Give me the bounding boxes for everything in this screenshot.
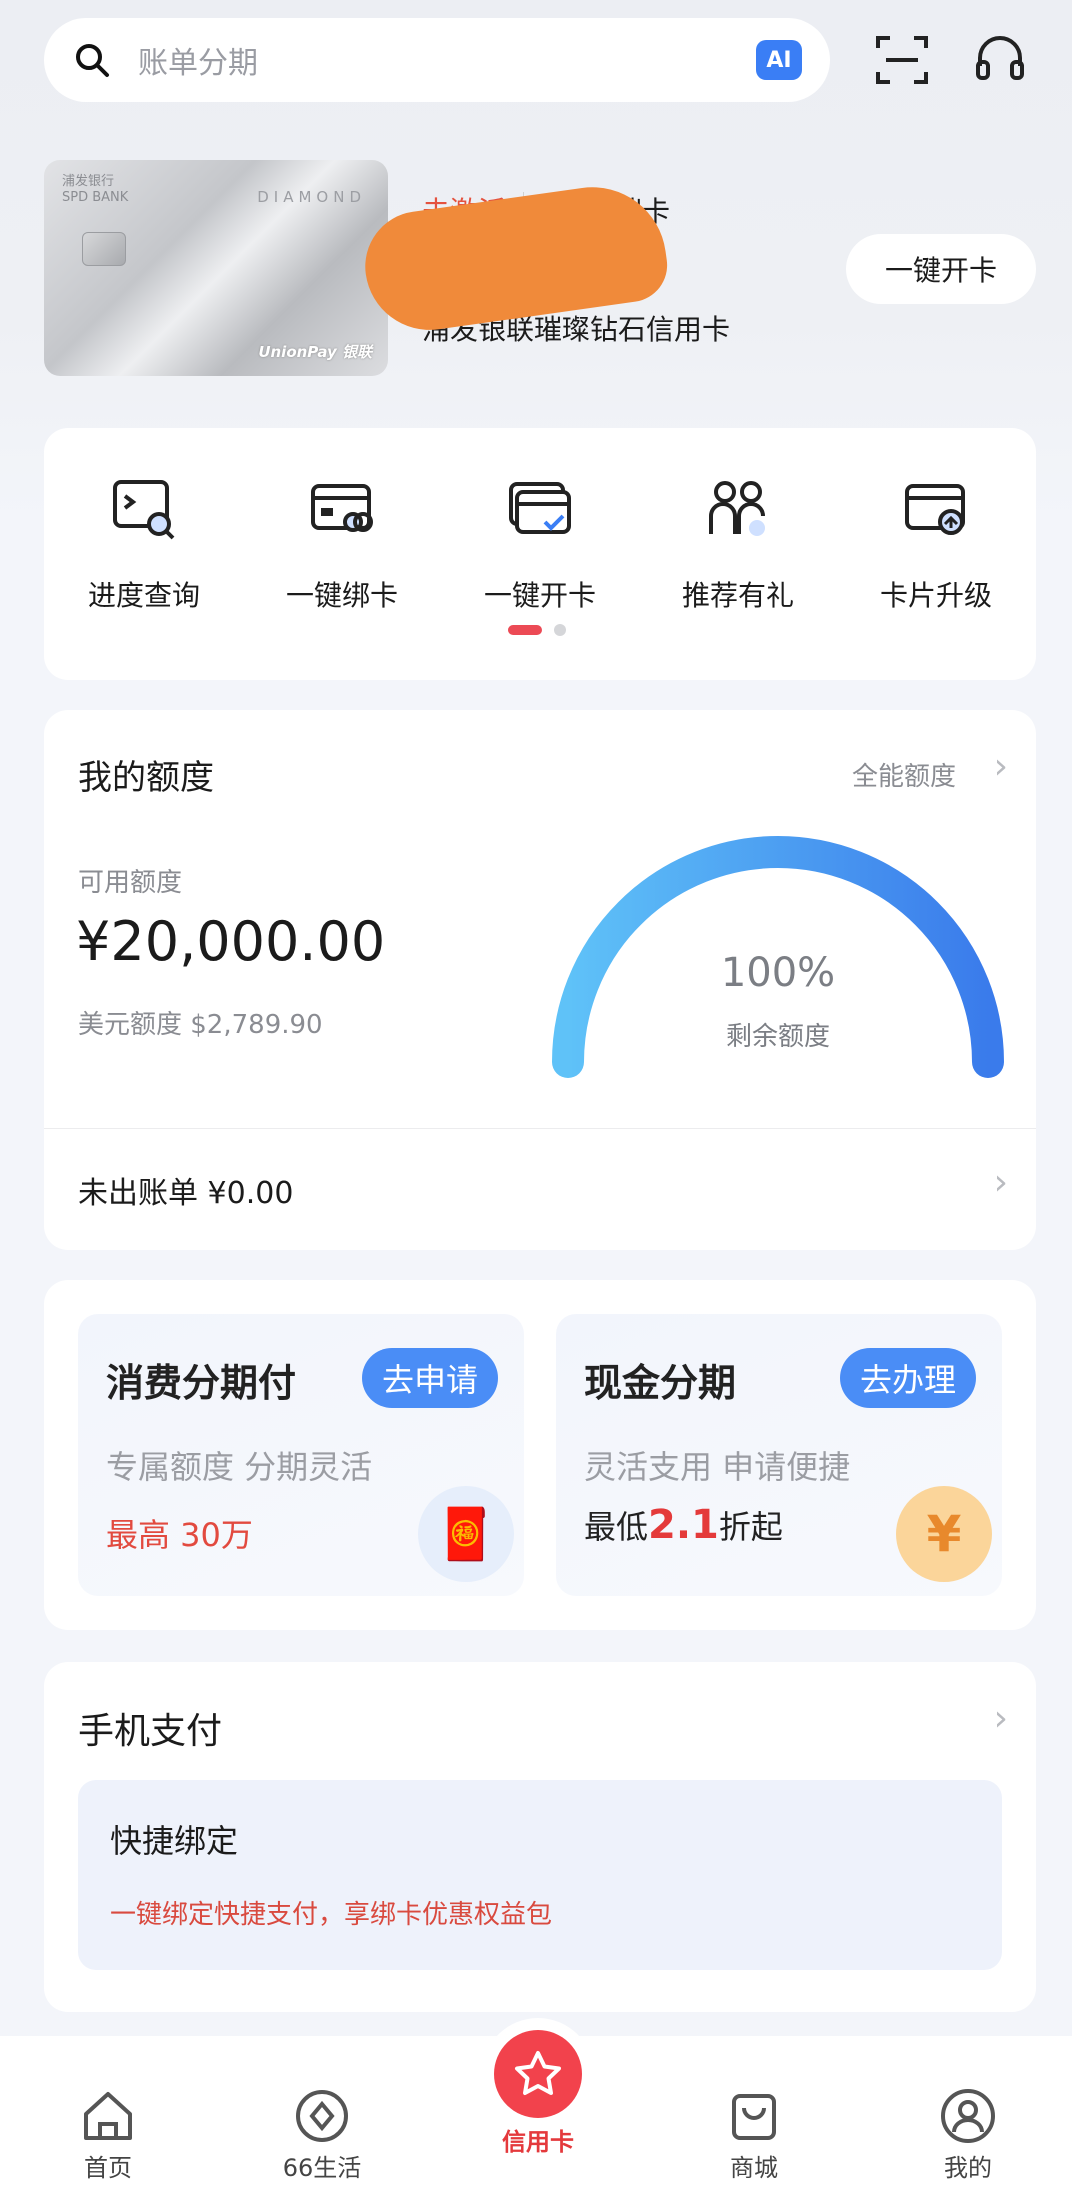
scan-icon[interactable]: [872, 30, 932, 90]
available-quota-label: 可用额度: [78, 868, 183, 898]
all-quota-link[interactable]: 全能额度: [852, 756, 956, 793]
progress-search-icon: [107, 472, 181, 546]
shortcut-activate-card[interactable]: 一键开卡: [440, 472, 640, 614]
customer-service-icon[interactable]: [970, 30, 1030, 90]
search-icon: [76, 44, 109, 77]
profile-icon: [938, 2086, 998, 2146]
handle-button[interactable]: 去办理: [839, 1348, 976, 1408]
apply-button[interactable]: 去申请: [361, 1348, 498, 1408]
home-icon: [78, 2086, 138, 2146]
quick-bind-card[interactable]: 快捷绑定 一键绑定快捷支付，享绑卡优惠权益包: [78, 1780, 1002, 1970]
chevron-right-icon[interactable]: ›: [994, 746, 1008, 787]
shopping-bag-icon: [724, 2086, 784, 2146]
installment-title: 消费分期付: [106, 1361, 297, 1405]
ai-assistant-button[interactable]: AI: [756, 40, 802, 80]
card-edition: DIAMOND: [257, 188, 366, 206]
page-dot-active: [508, 625, 542, 635]
life-icon: [292, 2086, 352, 2146]
page-dot[interactable]: [554, 624, 566, 636]
tab-label: 66生活: [282, 2154, 362, 2182]
installment-subtitle: 专属额度 分期灵活: [106, 1448, 373, 1486]
quick-bind-title: 快捷绑定: [110, 1822, 239, 1860]
installment-highlight: 最高 30万: [106, 1516, 253, 1554]
tab-credit-card[interactable]: 信用卡: [468, 2120, 608, 2157]
tab-mine[interactable]: 我的: [898, 2086, 1038, 2183]
red-envelope-icon: 🧧: [418, 1486, 514, 1582]
shortcut-referral[interactable]: 推荐有礼: [638, 472, 838, 614]
chevron-right-icon[interactable]: ›: [994, 1698, 1008, 1739]
search-bar[interactable]: 账单分期 AI: [44, 18, 830, 102]
card-chip: [82, 232, 126, 266]
card-upgrade-icon: [899, 472, 973, 546]
unbilled-amount[interactable]: 未出账单 ¥0.00: [78, 1168, 293, 1212]
tab-life[interactable]: 66生活: [252, 2086, 392, 2183]
unionpay-logo: UnionPay 银联: [258, 343, 372, 361]
search-input[interactable]: 账单分期: [138, 38, 756, 82]
credit-card-image[interactable]: 浦发银行 SPD BANK DIAMOND UnionPay 银联: [44, 160, 388, 376]
quota-title: 我的额度: [78, 758, 214, 798]
shortcut-bind-card[interactable]: 一键绑卡: [242, 472, 442, 614]
star-icon[interactable]: [494, 2030, 582, 2118]
coin-icon: ¥: [896, 1486, 992, 1582]
shortcut-progress[interactable]: 进度查询: [44, 472, 244, 614]
mobile-pay-panel: 手机支付 › 快捷绑定 一键绑定快捷支付，享绑卡优惠权益包: [44, 1662, 1036, 2012]
tab-label: 我的: [944, 2154, 992, 2182]
mobile-pay-title: 手机支付: [78, 1711, 223, 1752]
shortcut-label: 进度查询: [87, 579, 200, 612]
remaining-label: 剩余额度: [725, 1022, 830, 1052]
remaining-percent: 100%: [720, 950, 836, 996]
shortcut-panel: 进度查询 一键绑卡 一键开卡 推荐有礼 卡片升级: [44, 428, 1036, 680]
tab-mall[interactable]: 商城: [684, 2086, 824, 2183]
installment-panel: 消费分期付 去申请 专属额度 分期灵活 最高 30万 🧧 现金分期 去办理 灵活…: [44, 1280, 1036, 1630]
usd-quota: 美元额度 $2,789.90: [78, 1010, 323, 1040]
shortcut-label: 推荐有礼: [681, 579, 794, 612]
available-quota-amount: ¥20,000.00: [76, 910, 386, 973]
shortcut-label: 一键绑卡: [285, 579, 398, 612]
open-card-button[interactable]: 一键开卡: [846, 234, 1036, 304]
card-bank-name: 浦发银行 SPD BANK: [62, 174, 129, 205]
referral-icon: [701, 472, 775, 546]
shortcut-label: 卡片升级: [879, 579, 992, 612]
tab-home[interactable]: 首页: [38, 2086, 178, 2183]
quick-bind-subtitle: 一键绑定快捷支付，享绑卡优惠权益包: [110, 1900, 553, 1930]
installment-rate: 最低2.1折起: [584, 1502, 783, 1548]
chevron-right-icon[interactable]: ›: [994, 1162, 1008, 1203]
installment-subtitle: 灵活支用 申请便捷: [584, 1448, 851, 1486]
bind-card-icon: [305, 472, 379, 546]
page-indicator: [508, 624, 566, 636]
tab-label: 商城: [730, 2154, 778, 2182]
shortcut-label: 一键开卡: [483, 579, 596, 612]
quota-panel: 我的额度 全能额度 › 可用额度 ¥20,000.00 美元额度 $2,789.…: [44, 710, 1036, 1250]
shortcut-card-upgrade[interactable]: 卡片升级: [836, 472, 1036, 614]
installment-title: 现金分期: [584, 1361, 737, 1405]
tab-label: 首页: [84, 2154, 132, 2182]
consumer-installment-card[interactable]: 消费分期付 去申请 专属额度 分期灵活 最高 30万 🧧: [78, 1314, 524, 1596]
divider: [44, 1128, 1036, 1129]
tab-label: 信用卡: [502, 2128, 574, 2156]
activate-card-icon: [503, 472, 577, 546]
cash-installment-card[interactable]: 现金分期 去办理 灵活支用 申请便捷 最低2.1折起 ¥: [556, 1314, 1002, 1596]
